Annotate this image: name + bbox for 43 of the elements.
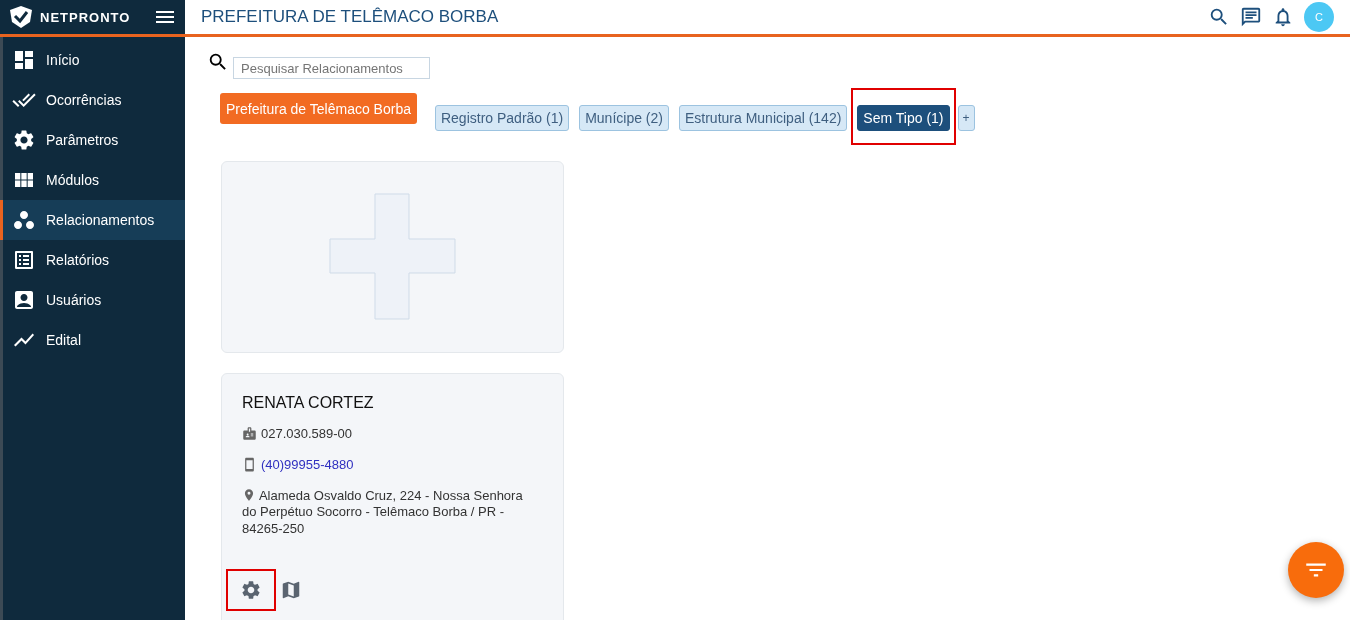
phone-link[interactable]: (40)99955-4880 xyxy=(261,457,354,472)
page-title: PREFEITURA DE TELÊMACO BORBA xyxy=(200,6,500,28)
sidebar-item[interactable]: Início xyxy=(0,40,185,80)
sidebar-item[interactable]: Relacionamentos xyxy=(0,200,185,240)
filter-button[interactable] xyxy=(1288,542,1344,598)
settings-icon[interactable] xyxy=(240,578,262,601)
plus-icon xyxy=(328,193,457,321)
sidebar-icon xyxy=(12,208,36,232)
sidebar-icon xyxy=(12,48,36,72)
sidebar-label: Ocorrências xyxy=(46,92,122,108)
id-card-icon xyxy=(242,426,257,441)
sidebar-label: Edital xyxy=(46,332,82,348)
document-number: 027.030.589-00 xyxy=(261,426,353,441)
person-name: RENATA CORTEZ xyxy=(242,394,375,412)
sidebar-icon xyxy=(12,128,36,152)
sidebar-label: Relacionamentos xyxy=(46,212,155,228)
type-tab[interactable]: Registro Padrão (1) xyxy=(434,105,570,131)
sidebar-label: Início xyxy=(46,52,80,68)
chat-icon[interactable] xyxy=(1240,6,1262,28)
type-tab[interactable]: Munícipe (2) xyxy=(579,105,669,131)
sidebar-label: Módulos xyxy=(46,172,99,188)
sidebar-item[interactable]: Ocorrências xyxy=(0,80,185,120)
sidebar-label: Parâmetros xyxy=(46,132,119,148)
sidebar-item[interactable]: Relatórios xyxy=(0,240,185,280)
phone-icon xyxy=(242,457,257,472)
sidebar-item[interactable]: Edital xyxy=(0,320,185,360)
pin-icon xyxy=(242,488,256,502)
type-tab[interactable]: Estrutura Municipal (142) xyxy=(678,105,848,131)
add-tab-button[interactable]: + xyxy=(957,105,975,131)
logo-icon xyxy=(8,4,34,30)
search-icon xyxy=(207,51,229,73)
sidebar-item[interactable]: Usuários xyxy=(0,280,185,320)
logo-text: NETPRONTO xyxy=(40,9,132,25)
sidebar-icon xyxy=(12,288,36,312)
search-icon[interactable] xyxy=(1208,6,1230,28)
address-text: Alameda Osvaldo Cruz, 224 - Nossa Senhora do Perpétuo Socorro - Telêmaco Borba / PR - 84265-250 xyxy=(242,488,524,537)
sidebar-item[interactable]: Parâmetros xyxy=(0,120,185,160)
sidebar-item[interactable]: Módulos xyxy=(0,160,185,200)
sidebar-icon xyxy=(12,248,36,272)
type-tab[interactable]: Sem Tipo (1) xyxy=(857,105,950,131)
sidebar-label: Relatórios xyxy=(46,252,110,268)
search-field[interactable]: Pesquisar Relacionamentos xyxy=(233,57,430,79)
sidebar-label: Usuários xyxy=(46,292,102,308)
